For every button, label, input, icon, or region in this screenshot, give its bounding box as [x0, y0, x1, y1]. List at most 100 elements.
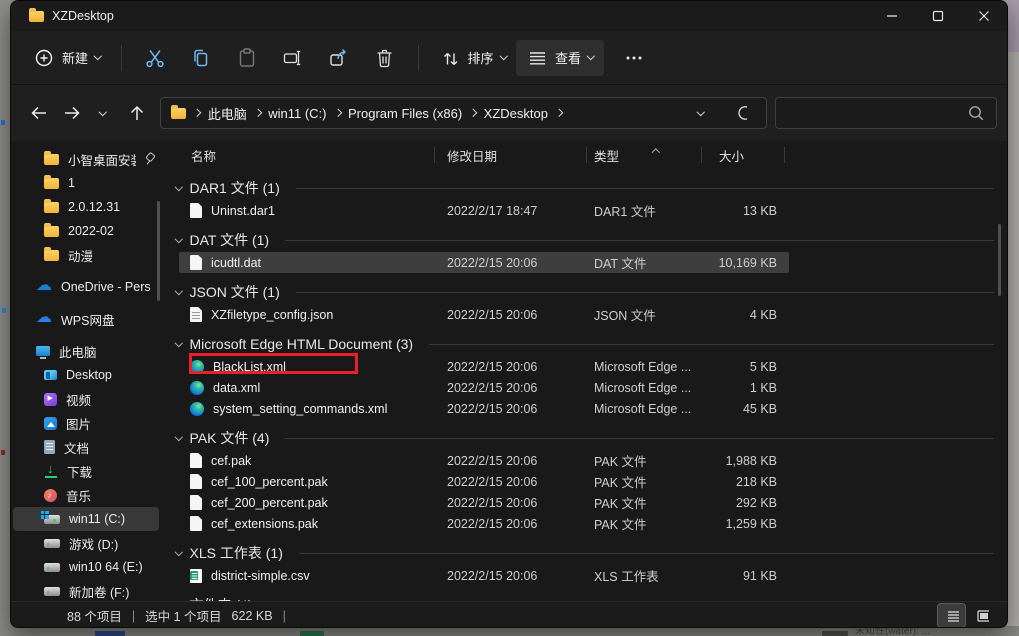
large-icons-view-icon: [974, 606, 989, 626]
column-header-type[interactable]: 类型: [594, 146, 709, 165]
main-content: 小智桌面安装12.0.12.312022-02动漫 OneDrive - Pers…: [11, 141, 1007, 601]
more-button[interactable]: [614, 39, 654, 77]
file-row[interactable]: cef.pak2022/2/15 20:06PAK 文件1,988 KB: [179, 450, 789, 471]
group-header[interactable]: XLS 工作表 (1): [176, 541, 1007, 565]
column-header-date[interactable]: 修改日期: [447, 146, 594, 165]
file-type: PAK 文件: [594, 514, 709, 533]
file-row[interactable]: cef_100_percent.pak2022/2/15 20:06PAK 文件…: [179, 471, 789, 492]
arrow-up-icon: [126, 102, 145, 124]
address-dropdown-button[interactable]: [691, 97, 711, 129]
breadcrumb-item[interactable]: Program Files (x86): [348, 106, 462, 121]
file-type: DAR1 文件: [594, 201, 709, 220]
desktop-icon-fragment: [1, 120, 5, 125]
sidebar-item[interactable]: 2.0.12.31: [13, 195, 159, 219]
column-divider[interactable]: [434, 147, 435, 163]
maximize-button[interactable]: [915, 1, 961, 31]
view-button[interactable]: 查看: [516, 40, 604, 76]
rename-button[interactable]: [273, 39, 313, 77]
paste-button[interactable]: [227, 39, 267, 77]
group-underline: [285, 438, 994, 439]
sidebar-item[interactable]: 小智桌面安装: [13, 147, 159, 171]
column-header-name[interactable]: 名称: [179, 146, 447, 165]
sidebar-item[interactable]: 2022-02: [13, 219, 159, 243]
file-row[interactable]: district-simple.csv2022/2/15 20:06XLS 工作…: [179, 565, 789, 586]
more-dots-icon: [623, 47, 645, 69]
sidebar-item[interactable]: 下载: [13, 459, 159, 483]
breadcrumb-item[interactable]: win11 (C:): [268, 106, 326, 121]
sidebar-item[interactable]: 文档: [13, 435, 159, 459]
up-button[interactable]: [120, 97, 151, 129]
explorer-window: XZDesktop 新建: [10, 0, 1008, 628]
sidebar-item[interactable]: OneDrive - Pers: [13, 275, 159, 299]
group-header[interactable]: DAT 文件 (1): [176, 228, 1007, 252]
sidebar-item[interactable]: Desktop: [13, 363, 159, 387]
column-divider[interactable]: [784, 147, 785, 163]
file-row[interactable]: icudtl.dat2022/2/15 20:06DAT 文件10,169 KB: [179, 252, 789, 273]
refresh-icon: [735, 103, 747, 123]
downloads-icon: [44, 464, 58, 478]
breadcrumb-items: 此电脑 win11 (C:) Program Files (x86) XZDeskto…: [194, 104, 561, 123]
breadcrumb-item[interactable]: 此电脑: [208, 104, 247, 123]
copy-button[interactable]: [181, 39, 221, 77]
group-header[interactable]: PAK 文件 (4): [176, 426, 1007, 450]
chevron-right-icon: [193, 109, 201, 117]
breadcrumb-item[interactable]: XZDesktop: [484, 106, 548, 121]
file-row[interactable]: cef_extensions.pak2022/2/15 20:06PAK 文件1…: [179, 513, 789, 534]
column-divider[interactable]: [586, 147, 587, 163]
refresh-button[interactable]: [729, 97, 753, 129]
chevron-down-icon: [99, 108, 107, 116]
breadcrumb[interactable]: 此电脑 win11 (C:) Program Files (x86) XZDeskto…: [160, 97, 767, 129]
sidebar-item-label: 游戏 (D:): [69, 534, 118, 553]
sidebar-item[interactable]: 此电脑: [13, 339, 159, 363]
file-row[interactable]: system_setting_commands.xml2022/2/15 20:…: [179, 398, 789, 419]
sidebar-item[interactable]: 1: [13, 171, 159, 195]
file-icon: [190, 255, 202, 270]
sidebar-item[interactable]: 音乐: [13, 483, 159, 507]
paste-icon: [235, 46, 258, 69]
sidebar-item-label: OneDrive - Pers: [61, 280, 151, 294]
delete-button[interactable]: [365, 39, 405, 77]
file-row[interactable]: Uninst.dar12022/2/17 18:47DAR1 文件13 KB: [179, 200, 789, 221]
desktop-icon-fragment: [822, 631, 848, 636]
group-header[interactable]: 文件夹 (4): [176, 593, 1007, 601]
status-bar: 88 个项目 | 选中 1 个项目 622 KB |: [11, 601, 1007, 628]
file-row[interactable]: data.xml2022/2/15 20:06Microsoft Edge ..…: [179, 377, 789, 398]
details-view-button[interactable]: [938, 604, 965, 627]
items-count: 88 个项目: [67, 606, 122, 625]
group-underline: [429, 344, 994, 345]
new-button[interactable]: 新建: [23, 40, 111, 76]
file-row[interactable]: XZfiletype_config.json2022/2/15 20:06JSO…: [179, 304, 789, 325]
sidebar-item-label: win10 64 (E:): [69, 560, 143, 574]
sidebar-item[interactable]: 视频: [13, 387, 159, 411]
search-input[interactable]: [786, 105, 966, 122]
column-header-size[interactable]: 大小: [709, 146, 789, 165]
sidebar-item[interactable]: win11 (C:): [13, 507, 159, 531]
recent-locations-button[interactable]: [88, 97, 118, 129]
view-label: 查看: [555, 48, 581, 67]
sidebar-scrollbar[interactable]: [157, 201, 160, 301]
minimize-button[interactable]: [869, 1, 915, 31]
file-row[interactable]: cef_200_percent.pak2022/2/15 20:06PAK 文件…: [179, 492, 789, 513]
sidebar-item[interactable]: win10 64 (E:): [13, 555, 159, 579]
this-pc-icon: [36, 346, 50, 356]
sidebar-item[interactable]: 图片: [13, 411, 159, 435]
column-divider[interactable]: [701, 147, 702, 163]
sidebar-item[interactable]: WPS网盘: [13, 307, 159, 331]
group-header[interactable]: DAR1 文件 (1): [176, 176, 1007, 200]
group-header[interactable]: Microsoft Edge HTML Document (3): [176, 332, 1007, 356]
sidebar-item[interactable]: 新加卷 (F:): [13, 579, 159, 601]
file-size: 91 KB: [709, 569, 789, 583]
sort-button[interactable]: 排序: [429, 40, 517, 76]
sidebar-item[interactable]: 游戏 (D:): [13, 531, 159, 555]
back-button[interactable]: [22, 97, 53, 129]
close-button[interactable]: [961, 1, 1007, 31]
share-button[interactable]: [319, 39, 359, 77]
file-list-scrollbar[interactable]: [998, 224, 1001, 296]
forward-button[interactable]: [55, 97, 86, 129]
file-name: icudtl.dat: [211, 256, 261, 270]
cut-button[interactable]: [135, 39, 175, 77]
large-icons-view-button[interactable]: [968, 604, 995, 627]
group-header[interactable]: JSON 文件 (1): [176, 280, 1007, 304]
sidebar-item[interactable]: 动漫: [13, 243, 159, 267]
file-row[interactable]: BlackList.xml2022/2/15 20:06Microsoft Ed…: [179, 356, 789, 377]
